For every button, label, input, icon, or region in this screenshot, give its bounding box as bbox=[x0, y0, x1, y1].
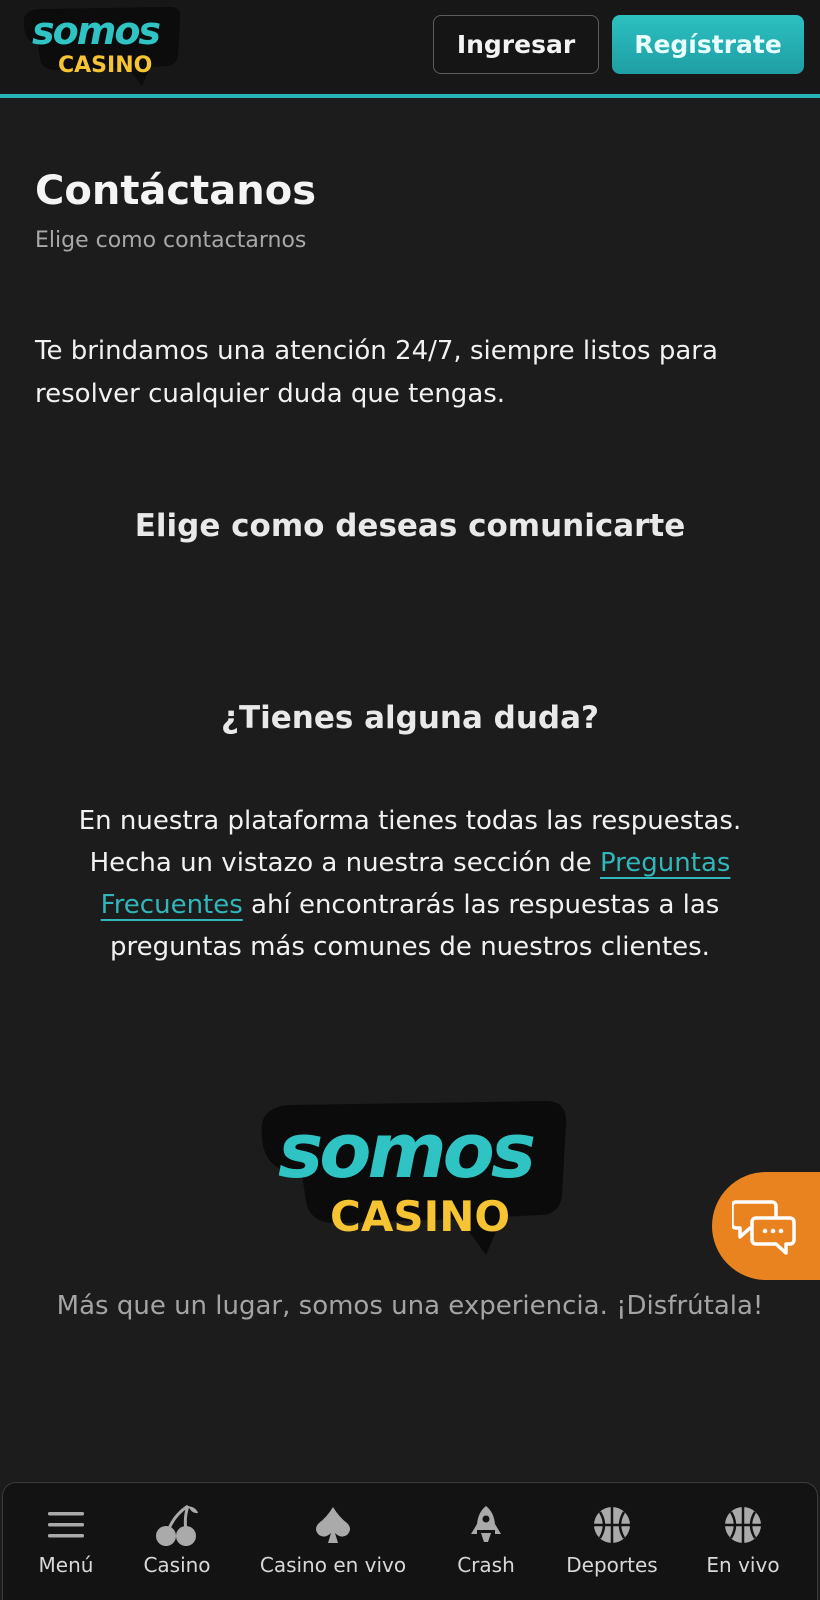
nav-item-sports[interactable]: Deportes bbox=[551, 1483, 673, 1600]
logo-large-casino-text: CASINO bbox=[330, 1192, 510, 1241]
hamburger-icon bbox=[48, 1512, 84, 1538]
logo-somos-text: somos bbox=[32, 9, 160, 53]
somos-casino-logo-large: somos CASINO bbox=[261, 1101, 567, 1255]
basketball-icon bbox=[594, 1507, 630, 1543]
choose-contact-heading: Elige como deseas comunicarte bbox=[134, 508, 686, 544]
nav-item-crash[interactable]: Crash bbox=[441, 1483, 531, 1600]
nav-label-sports: Deportes bbox=[566, 1553, 658, 1577]
bottom-nav: Menú Casino Casino en vivo Crash Deporte… bbox=[2, 1482, 818, 1600]
rocket-icon bbox=[471, 1506, 501, 1542]
logo-casino-text: CASINO bbox=[58, 53, 152, 78]
basketball-icon bbox=[725, 1507, 761, 1543]
logo-large-somos-text: somos bbox=[278, 1106, 534, 1195]
spade-icon bbox=[316, 1507, 350, 1543]
login-button[interactable]: Ingresar bbox=[433, 15, 599, 74]
page-subtitle: Elige como contactarnos bbox=[35, 228, 307, 253]
nav-label-casino: Casino bbox=[143, 1553, 211, 1577]
register-button[interactable]: Regístrate bbox=[612, 15, 804, 74]
nav-label-live-casino: Casino en vivo bbox=[259, 1553, 407, 1577]
nav-label-menu: Menú bbox=[38, 1553, 94, 1577]
intro-text: Te brindamos una atención 24/7, siempre … bbox=[35, 336, 718, 409]
nav-label-crash: Crash bbox=[457, 1553, 515, 1577]
somos-casino-logo[interactable]: somos CASINO bbox=[20, 4, 185, 90]
faq-heading: ¿Tienes alguna duda? bbox=[220, 700, 600, 736]
nav-item-menu[interactable]: Menú bbox=[21, 1483, 111, 1600]
nav-item-live[interactable]: En vivo bbox=[693, 1483, 793, 1600]
nav-item-casino[interactable]: Casino bbox=[131, 1483, 223, 1600]
cherries-icon bbox=[156, 1504, 198, 1546]
contact-page: somos CASINO Ingresar Regístrate Contáct… bbox=[0, 0, 820, 1600]
top-header: somos CASINO Ingresar Regístrate bbox=[0, 0, 820, 98]
chat-bubbles-icon bbox=[732, 1200, 796, 1255]
page-title: Contáctanos bbox=[35, 168, 317, 214]
live-chat-button[interactable] bbox=[712, 1172, 820, 1280]
nav-item-live-casino[interactable]: Casino en vivo bbox=[243, 1483, 423, 1600]
nav-label-live: En vivo bbox=[706, 1553, 780, 1577]
tagline: Más que un lugar, somos una experiencia.… bbox=[56, 1291, 764, 1321]
faq-text: En nuestra plataforma tienes todas las r… bbox=[50, 800, 770, 968]
